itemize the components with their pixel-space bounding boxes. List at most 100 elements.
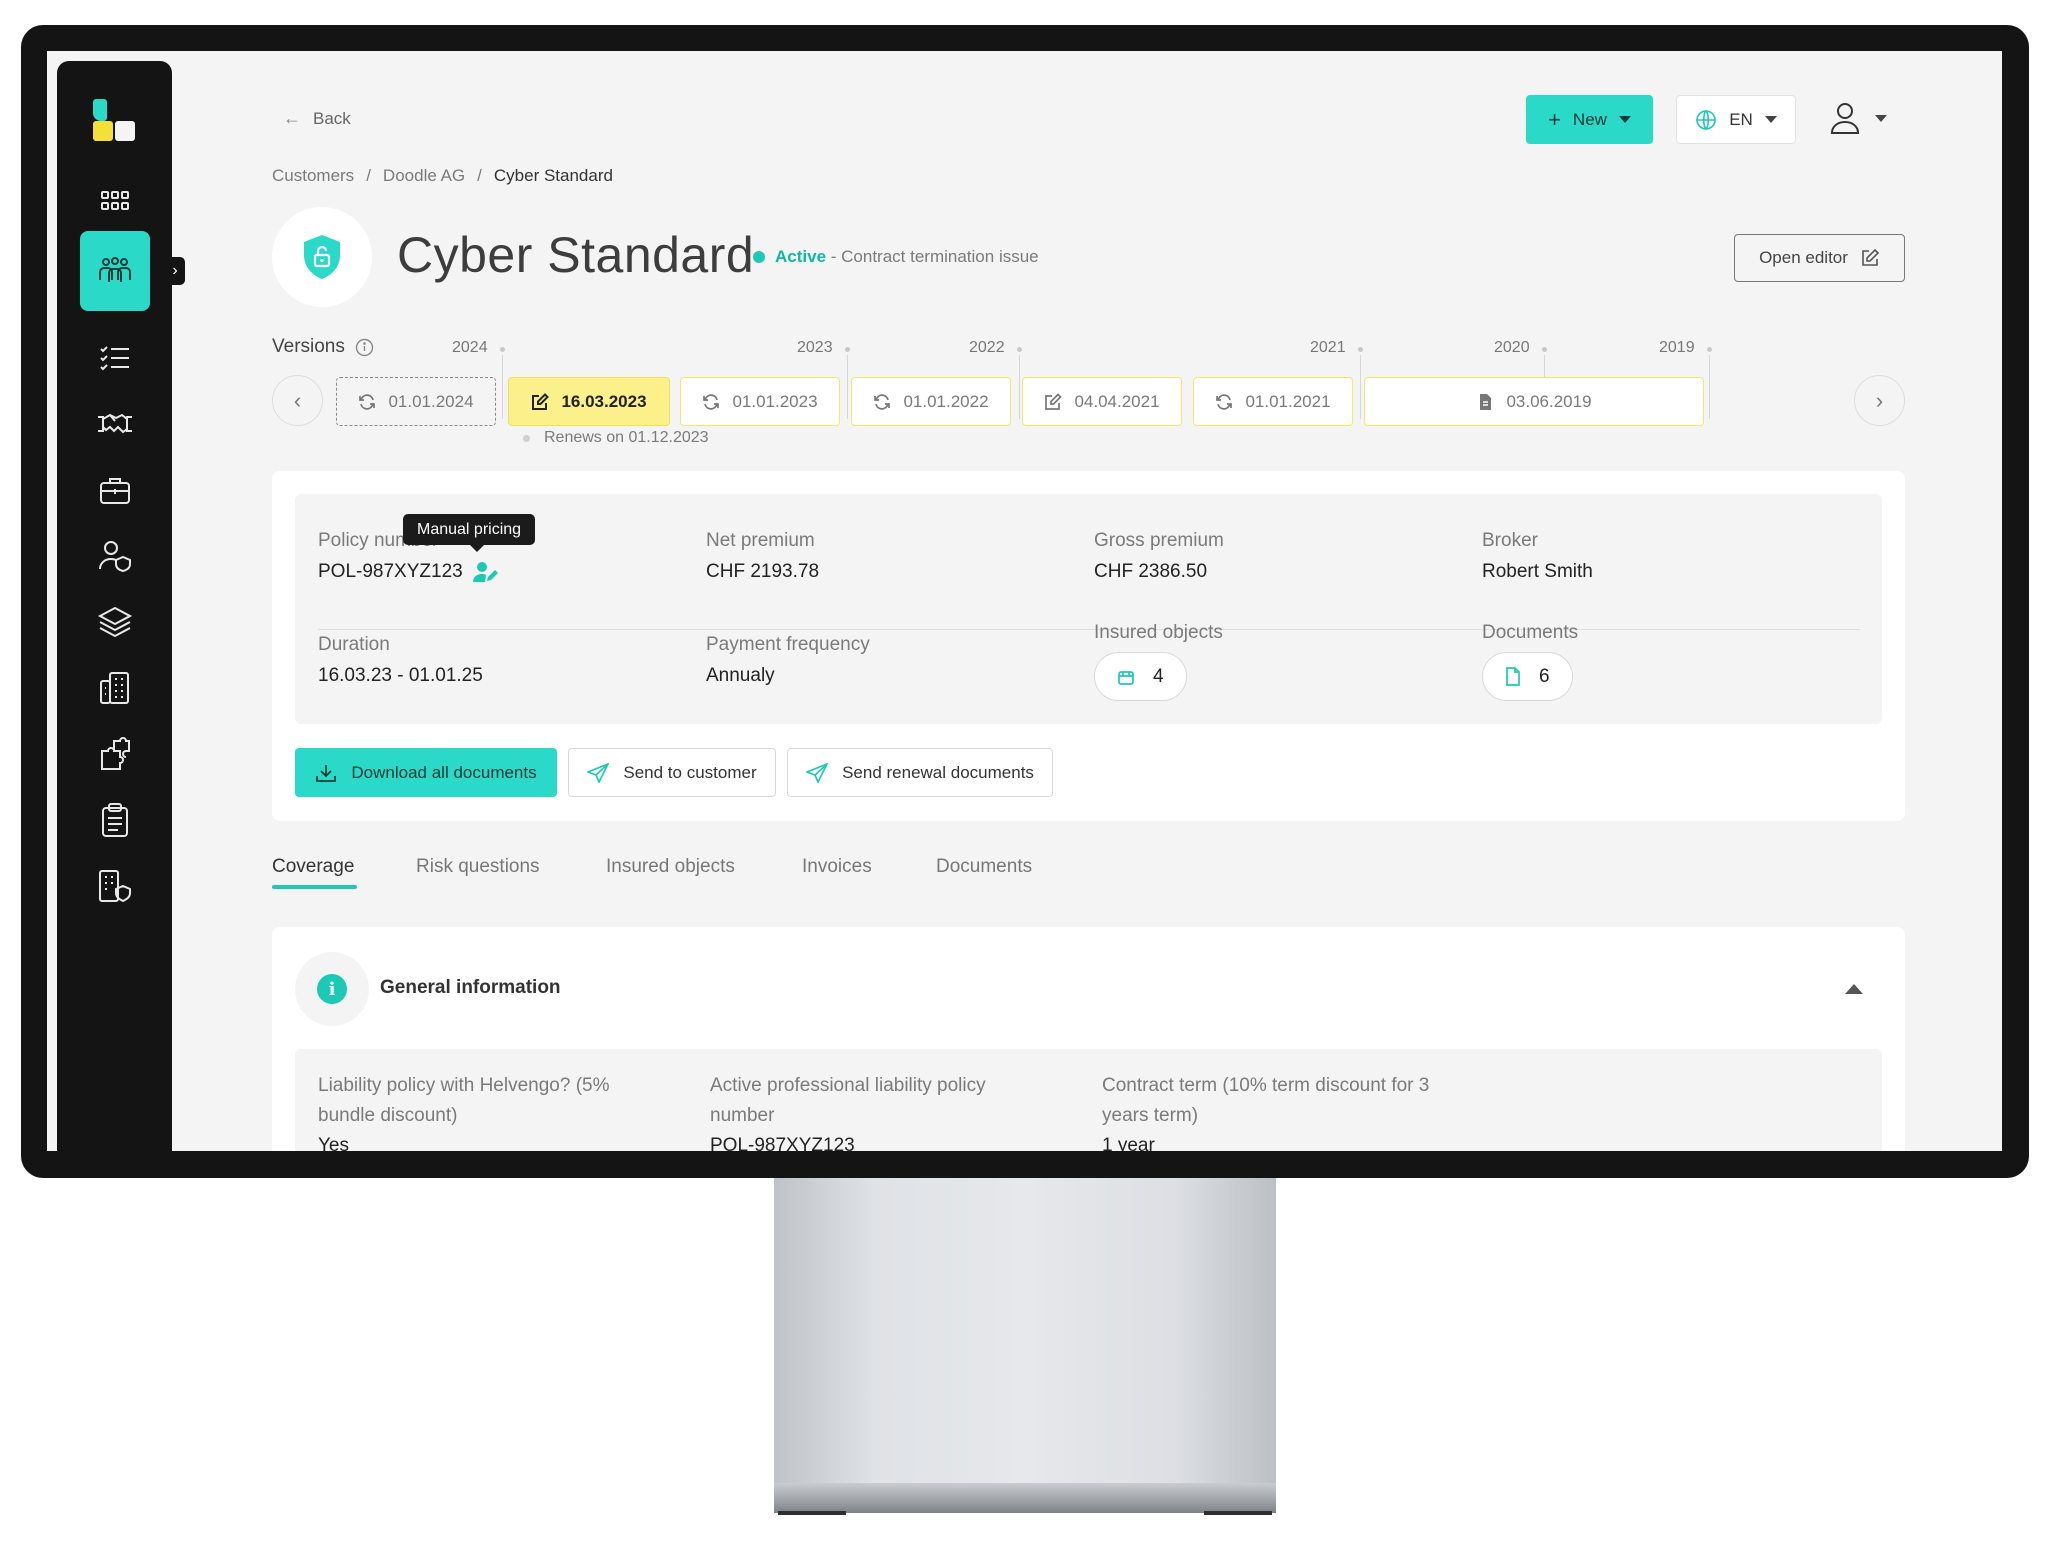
breadcrumb-company[interactable]: Doodle AG [383,166,465,186]
file-icon [1506,667,1520,686]
question-label: Contract term (10% term discount for 3 y… [1102,1075,1430,1126]
send-icon [806,762,829,783]
timeline-year-2022: 2022 [969,339,1005,356]
version-date: 16.03.2023 [561,391,647,411]
grid-icon [101,191,129,210]
versions-next-button[interactable]: › [1854,375,1905,426]
divider [318,629,1860,630]
general-information-section: i General information Liability policy w… [272,927,1905,1151]
versions-prev-button[interactable]: ‹ [272,375,323,426]
nav-portfolio[interactable] [80,455,150,525]
timeline-year-2019: 2019 [1659,339,1695,356]
version-date: 01.01.2023 [732,391,818,411]
sidebar [57,61,172,1151]
nav-company-insurance[interactable] [80,851,150,921]
back-link[interactable]: ← Back [283,108,351,129]
download-all-documents-button[interactable]: Download all documents [295,748,557,797]
nav-products[interactable] [80,587,150,657]
version-chip[interactable]: 04.04.2021 [1022,377,1182,426]
documents-chip[interactable]: 6 [1482,652,1573,701]
duration-value: 16.03.23 - 01.01.25 [318,665,483,686]
chevron-right-icon: › [1875,387,1884,413]
collapse-chevron-icon[interactable] [1845,984,1863,994]
timeline-dot [1707,347,1712,352]
policy-number-value: POL-987XYZ123 [318,561,463,582]
chevron-left-icon: ‹ [293,387,302,413]
tab-risk-questions[interactable]: Risk questions [416,856,540,878]
net-premium-value: CHF 2193.78 [706,561,820,582]
timeline-year-2020: 2020 [1494,339,1530,356]
nav-integrations[interactable] [80,719,150,789]
nav-modules[interactable] [80,653,150,723]
timeline-line [502,355,503,419]
new-button[interactable]: + New [1526,95,1653,144]
version-date: 01.01.2022 [903,391,989,411]
question-item: Contract term (10% term discount for 3 y… [1102,1071,1432,1151]
broker-label: Broker [1482,530,1538,551]
app-logo[interactable] [93,99,137,145]
timeline-dot [523,434,530,442]
broker-value: Robert Smith [1482,561,1593,582]
send-icon [587,762,610,783]
tab-documents[interactable]: Documents [936,856,1032,878]
version-date: 03.06.2019 [1506,391,1592,411]
tab-invoices[interactable]: Invoices [802,856,872,878]
policy-summary-card: Policy number POL-987XYZ123 Manual prici… [272,471,1905,821]
nav-tasks[interactable] [80,323,150,393]
send-to-customer-button[interactable]: Send to customer [568,748,776,797]
breadcrumb-separator: / [366,166,371,185]
nav-customers[interactable] [80,231,150,311]
renewal-note-text: Renews on 01.12.2023 [544,429,709,446]
sidebar-expand-toggle[interactable]: › [165,257,185,285]
edit-icon [1862,248,1880,266]
chevron-down-icon [1875,114,1887,122]
nav-dashboard[interactable] [80,166,150,236]
general-info-panel: Liability policy with Helvengo? (5% bund… [295,1049,1882,1151]
chevron-down-icon [1764,116,1777,123]
tab-insured-objects[interactable]: Insured objects [606,856,735,878]
arrow-left-icon: ← [283,108,301,128]
breadcrumb-customers[interactable]: Customers [272,166,354,186]
manual-pricing-icon[interactable] [472,561,499,583]
open-editor-button[interactable]: Open editor [1734,234,1905,282]
version-date: 01.01.2021 [1245,391,1331,411]
documents-label: Documents [1482,622,1579,643]
info-icon[interactable] [355,338,374,357]
refresh-icon [703,393,720,410]
tab-coverage[interactable]: Coverage [272,856,354,878]
versions-label: Versions [272,336,374,358]
version-chip[interactable]: 01.01.2022 [851,377,1011,426]
breadcrumb: Customers / Doodle AG / Cyber Standard [272,166,613,186]
briefcase-icon [100,478,130,504]
nav-claims[interactable] [80,785,150,855]
nav-user-insurance[interactable] [80,521,150,591]
broker-field: Broker Robert Smith [1482,530,1593,583]
nav-deals[interactable] [80,389,150,459]
net-premium-field: Net premium CHF 2193.78 [706,530,819,583]
question-item: Active professional liability policy num… [710,1071,1040,1151]
back-label: Back [313,108,351,128]
version-chip[interactable]: 01.01.2024 [336,377,496,426]
version-date: 04.04.2021 [1074,391,1160,411]
net-premium-label: Net premium [706,530,815,551]
send-renewal-label: Send renewal documents [842,762,1034,782]
version-chip[interactable]: 03.06.2019 [1364,377,1704,426]
refresh-icon [874,393,891,410]
download-all-label: Download all documents [351,762,537,782]
question-label: Liability policy with Helvengo? (5% bund… [318,1075,610,1126]
insured-objects-chip[interactable]: 4 [1094,652,1187,701]
version-chip[interactable]: 01.01.2023 [680,377,840,426]
version-chip-selected[interactable]: 16.03.2023 [508,377,670,426]
refresh-icon [1216,393,1233,410]
duration-label: Duration [318,634,390,655]
policy-avatar [272,207,372,307]
stand-foot-right [1204,1511,1272,1515]
timeline-line [1019,355,1020,419]
version-chip[interactable]: 01.01.2021 [1193,377,1353,426]
user-menu[interactable] [1829,101,1887,135]
language-label: EN [1729,109,1753,129]
documents-count: 6 [1539,665,1550,687]
send-renewal-documents-button[interactable]: Send renewal documents [787,748,1053,797]
payment-frequency-value: Annualy [706,665,775,686]
language-select[interactable]: EN [1676,95,1796,144]
